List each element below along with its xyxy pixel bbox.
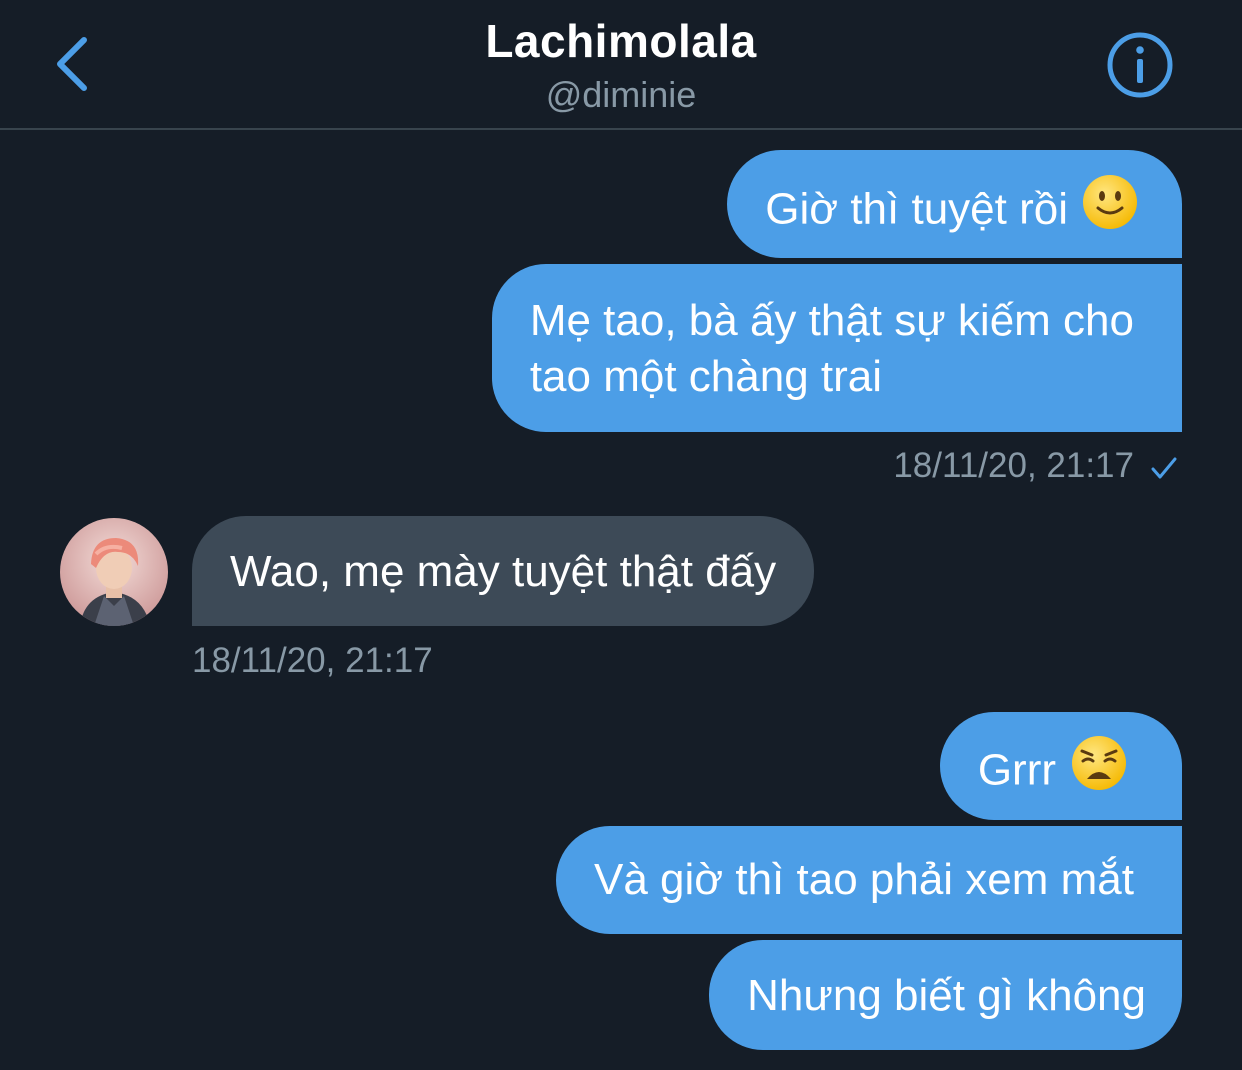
info-button[interactable]: [1106, 31, 1174, 99]
conversation-handle[interactable]: @diminie: [0, 74, 1242, 116]
timestamp-text: 18/11/20, 21:17: [893, 446, 1134, 485]
message-text: Và giờ thì tao phải xem mắt: [593, 855, 1134, 904]
message-text: Wao, mẹ mày tuyệt thật đấy: [230, 547, 777, 596]
message-text: Nhưng biết gì không: [747, 971, 1146, 1020]
conversation-title[interactable]: Lachimolala: [0, 14, 1242, 68]
message-bubble-incoming[interactable]: Wao, mẹ mày tuyệt thật đấy: [192, 516, 815, 626]
weary-face-icon: [1070, 735, 1128, 805]
message-text-line: Mẹ tao, bà ấy thật sự kiếm cho: [529, 296, 1134, 345]
message-text: Giờ thì tuyệt rồi: [765, 184, 1068, 234]
message-text-line: tao một chàng trai: [529, 352, 883, 401]
slightly-smiling-face-icon: [1082, 174, 1138, 244]
message-bubble-outgoing[interactable]: Và giờ thì tao phải xem mắt: [555, 826, 1182, 934]
check-icon: [1151, 457, 1177, 479]
message-bubble-outgoing[interactable]: Grrr: [939, 712, 1182, 820]
contact-avatar[interactable]: [60, 518, 168, 626]
message-bubble-outgoing[interactable]: Nhưng biết gì không: [709, 940, 1182, 1050]
message-bubble-outgoing[interactable]: Mẹ tao, bà ấy thật sự kiếm cho tao một c…: [491, 264, 1182, 432]
message-bubble-outgoing[interactable]: Giờ thì tuyệt rồi: [727, 150, 1182, 258]
message-timestamp: 18/11/20, 21:17: [192, 641, 433, 680]
avatar-icon: [60, 518, 168, 626]
dm-conversation-screen: Lachimolala @diminie Giờ thì tuyệt rồi M…: [0, 0, 1242, 1070]
message-timestamp: 18/11/20, 21:17: [893, 446, 1134, 486]
conversation-header: Lachimolala @diminie: [0, 0, 1242, 130]
message-text: Grrr: [977, 745, 1056, 795]
info-icon: [1107, 32, 1173, 98]
